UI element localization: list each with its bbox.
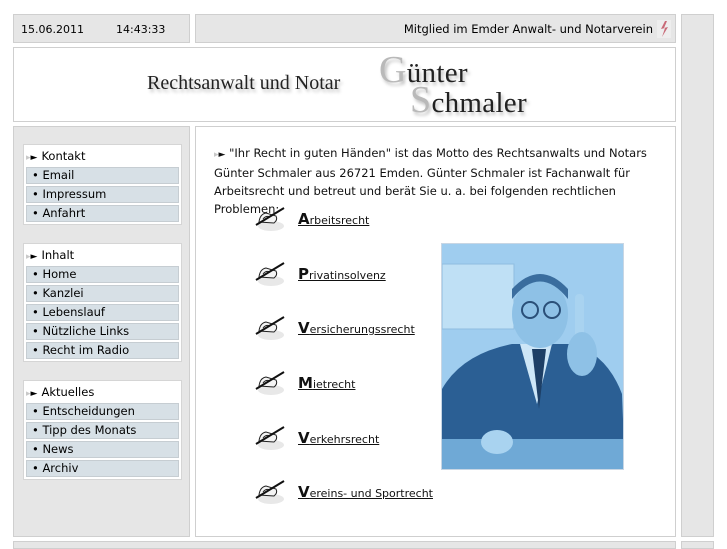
current-date: 15.06.2011 — [21, 23, 84, 36]
menu-title: Aktuelles — [41, 385, 95, 399]
main-content: ▸► "Ihr Recht in guten Händen" ist das M… — [195, 126, 676, 537]
menu-inhalt: ▸► Inhalt • Home • Kanzlei • Lebenslauf •… — [23, 243, 182, 362]
footer-bar — [13, 541, 676, 549]
practice-area-name: ersicherungssrecht — [309, 323, 415, 336]
nav-link-email[interactable]: • Email — [26, 167, 179, 184]
practice-area-link[interactable]: Arbeitsrecht — [298, 210, 369, 228]
practice-area-initial: V — [298, 319, 310, 337]
nav-link-tipp-des-monats[interactable]: • Tipp des Monats — [26, 422, 179, 439]
pen-writing-icon — [255, 426, 285, 450]
membership-bar: Mitglied im Emder Anwalt- und Notarverei… — [195, 14, 676, 43]
practice-area-initial: V — [298, 429, 310, 447]
nav-link-anfahrt[interactable]: • Anfahrt — [26, 205, 179, 222]
pen-writing-icon — [255, 207, 285, 231]
practice-area-initial: A — [298, 210, 310, 228]
footer-right — [681, 541, 714, 549]
arrow-marker-icon: ▸► — [214, 150, 226, 160]
current-time: 14:43:33 — [116, 23, 166, 36]
pen-writing-icon — [255, 371, 285, 395]
practice-area-initial: P — [298, 265, 309, 283]
practice-area-link[interactable]: Mietrecht — [298, 374, 355, 392]
practice-area-initial: V — [298, 483, 310, 501]
date-time-bar: 15.06.2011 14:43:33 — [13, 14, 190, 43]
first-name-initial: G — [379, 49, 407, 91]
practice-area-name: ietrecht — [312, 378, 356, 391]
pen-writing-icon — [255, 316, 285, 340]
nav-link-lebenslauf[interactable]: • Lebenslauf — [26, 304, 179, 321]
arrow-marker-icon: ▸► — [26, 252, 38, 262]
menu-kontakt: ▸► Kontakt • Email • Impressum • Anfahrt — [23, 144, 182, 225]
practice-area-name: ereins- und Sportrecht — [309, 487, 433, 500]
last-name-initial: S — [410, 79, 432, 121]
portrait-photo — [441, 243, 624, 470]
practice-area-link[interactable]: Privatinsolvenz — [298, 265, 386, 283]
nav-link-entscheidungen[interactable]: • Entscheidungen — [26, 403, 179, 420]
association-logo-icon — [657, 20, 671, 38]
menu-aktuelles: ▸► Aktuelles • Entscheidungen • Tipp des … — [23, 380, 182, 480]
nav-link-news[interactable]: • News — [26, 441, 179, 458]
nav-link-home[interactable]: • Home — [26, 266, 179, 283]
menu-heading: ▸► Aktuelles — [24, 381, 181, 403]
pen-writing-icon — [255, 480, 285, 504]
arrow-marker-icon: ▸► — [26, 389, 38, 399]
nav-link-recht-im-radio[interactable]: • Recht im Radio — [26, 342, 179, 359]
header-banner: Rechtsanwalt und Notar Günter Schmaler — [13, 47, 676, 122]
last-name-rest: chmaler — [431, 87, 527, 119]
portrait-image — [442, 244, 623, 469]
practice-area-name: erkehrsrecht — [309, 433, 380, 446]
membership-text: Mitglied im Emder Anwalt- und Notarverei… — [403, 22, 653, 36]
banner-subtitle: Rechtsanwalt und Notar — [147, 72, 341, 94]
banner-last-name: Schmaler — [410, 78, 527, 122]
menu-title: Inhalt — [41, 248, 75, 262]
practice-area-initial: M — [298, 374, 313, 392]
sidebar: ▸► Kontakt • Email • Impressum • Anfahrt … — [13, 126, 190, 537]
practice-area-name: rbeitsrecht — [309, 214, 370, 227]
nav-link-archiv[interactable]: • Archiv — [26, 460, 179, 477]
menu-title: Kontakt — [41, 149, 86, 163]
practice-area-link[interactable]: Vereins- und Sportrecht — [298, 483, 433, 501]
nav-link-impressum[interactable]: • Impressum — [26, 186, 179, 203]
practice-area-link[interactable]: Versicherungssrecht — [298, 319, 415, 337]
menu-heading: ▸► Inhalt — [24, 244, 181, 266]
menu-heading: ▸► Kontakt — [24, 145, 181, 167]
right-column-panel — [681, 14, 714, 537]
pen-writing-icon — [255, 262, 285, 286]
nav-link-kanzlei[interactable]: • Kanzlei — [26, 285, 179, 302]
practice-area-name: rivatinsolvenz — [309, 269, 386, 282]
nav-link-nuetzliche-links[interactable]: • Nützliche Links — [26, 323, 179, 340]
arrow-marker-icon: ▸► — [26, 153, 38, 163]
practice-area-link[interactable]: Verkehrsrecht — [298, 429, 379, 447]
